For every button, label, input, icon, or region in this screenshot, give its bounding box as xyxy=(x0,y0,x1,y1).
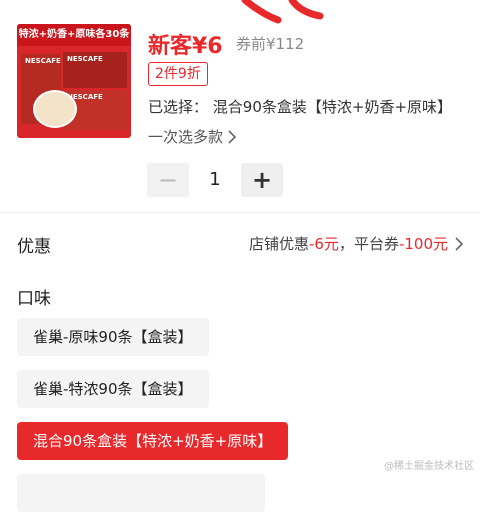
platform-coupon-label: 平台券 xyxy=(353,235,399,253)
flavor-label: 口味 xyxy=(17,289,51,309)
chevron-right-icon xyxy=(455,236,464,251)
selected-spec: 已选择： 混合90条盒装【特浓+奶香+原味】 xyxy=(148,96,460,117)
selected-spec-label: 已选择： xyxy=(148,98,209,116)
original-price: 券前¥112 xyxy=(236,35,305,53)
flavor-option[interactable]: 雀巢-原味90条【盒装】 xyxy=(17,318,209,356)
increase-quantity-button[interactable]: + xyxy=(241,163,283,197)
flavor-option[interactable]: 雀巢-特浓90条【盒装】 xyxy=(17,370,209,408)
store-discount-label: 店铺优惠 xyxy=(248,235,309,253)
flavor-option-selected[interactable]: 混合90条盒装【特浓+奶香+原味】 xyxy=(17,422,289,460)
chevron-right-icon xyxy=(228,129,237,144)
selected-spec-value: 混合90条盒装【特浓+奶香+原味】 xyxy=(212,98,453,116)
promo-label: 优惠 xyxy=(17,237,51,257)
product-image-banner: 特浓+奶香+原味各30条 xyxy=(17,24,131,46)
multi-select-label: 一次选多款 xyxy=(148,128,224,146)
divider xyxy=(0,212,480,213)
promo-separator: ， xyxy=(338,235,354,253)
watermark: @稀土掘金技术社区 xyxy=(384,461,474,472)
promo-detail[interactable]: 店铺优惠-6元，平台券-100元 xyxy=(249,233,464,254)
decrease-quantity-button[interactable]: − xyxy=(147,163,189,197)
product-box: NESCAFE xyxy=(63,52,127,88)
new-customer-price: 新客¥6 xyxy=(148,34,223,59)
top-decoration xyxy=(241,0,324,24)
discount-badge: 2件9折 xyxy=(148,62,208,86)
multi-select-link[interactable]: 一次选多款 xyxy=(148,126,237,147)
product-image[interactable]: 特浓+奶香+原味各30条 NESCAFE NESCAFE NESCAFE xyxy=(17,24,131,138)
platform-coupon-value: -100元 xyxy=(398,235,448,253)
quantity-value[interactable]: 1 xyxy=(196,163,234,197)
store-discount-value: -6元 xyxy=(308,235,339,253)
minus-icon: − xyxy=(157,166,179,194)
coffee-cup-image xyxy=(33,90,77,128)
plus-icon: + xyxy=(251,166,273,194)
